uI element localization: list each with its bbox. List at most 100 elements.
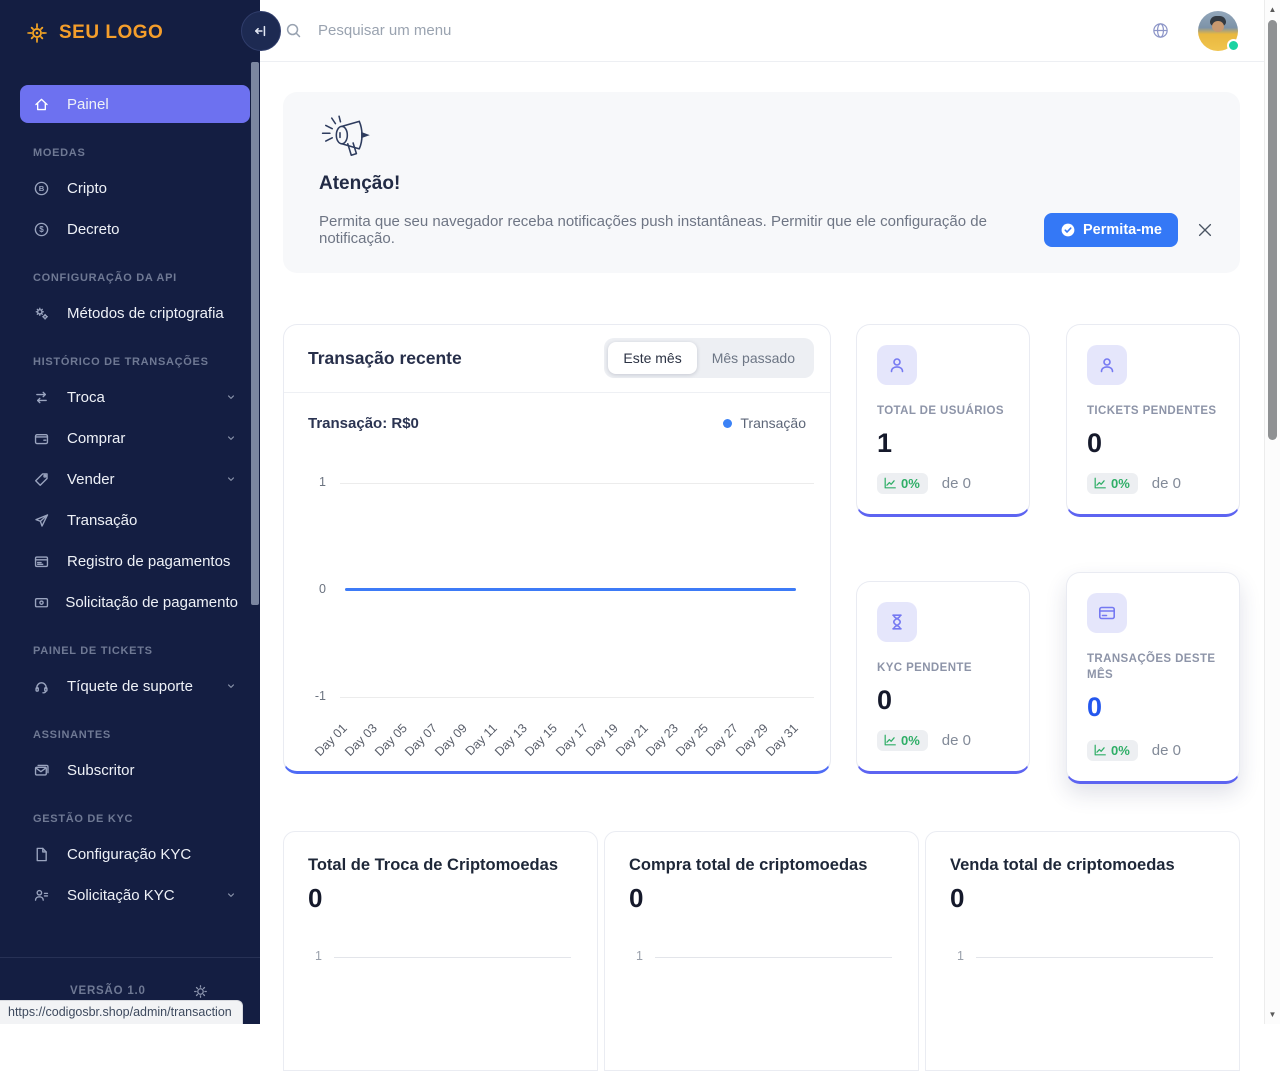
gridline — [340, 483, 814, 484]
sidebar-item-comprar[interactable]: Comprar — [20, 419, 250, 457]
scrollbar-thumb[interactable] — [1268, 20, 1277, 440]
headset-icon — [33, 678, 67, 695]
avatar[interactable] — [1198, 11, 1238, 51]
percent-badge: 0% — [877, 473, 928, 494]
percent-badge: 0% — [877, 730, 928, 751]
sidebar-item-solicitacao-de-pagamento[interactable]: Solicitação de pagamento — [20, 583, 250, 621]
stat-label: TOTAL DE USUÁRIOS — [877, 403, 1009, 419]
gridline — [655, 957, 892, 958]
y-axis-tick: 1 — [298, 949, 322, 963]
stat-label: TRANSAÇÕES DESTE MÊS — [1087, 651, 1219, 683]
credit-card-icon — [1087, 593, 1127, 633]
y-axis-tick: 1 — [286, 475, 326, 489]
sidebar-item-vender[interactable]: Vender — [20, 460, 250, 498]
chevron-down-icon — [224, 431, 238, 445]
mail-icon — [33, 762, 67, 779]
search-icon — [284, 21, 303, 40]
gridline — [340, 697, 814, 698]
sidebar-item-label: Troca — [67, 389, 224, 406]
sidebar-item-tiquete-de-suporte[interactable]: Tíquete de suporte — [20, 667, 250, 705]
sidebar: SEU LOGO Painel MOEDAS BCripto $ Decreto CONF… — [0, 0, 260, 1024]
sidebar-scrollbar-thumb[interactable] — [251, 62, 259, 605]
user-icon — [877, 345, 917, 385]
dollar-icon: $ — [33, 221, 67, 238]
sidebar-item-subscritor[interactable]: Subscritor — [20, 751, 250, 789]
notification-banner: Atenção! Permita que seu navegador receb… — [283, 92, 1240, 273]
sidebar-item-label: Decreto — [67, 221, 238, 238]
stat-label: TICKETS PENDENTES — [1087, 403, 1219, 419]
collapse-sidebar-button[interactable] — [241, 11, 281, 51]
stat-label: KYC PENDENTE — [877, 660, 1009, 676]
stat-card: TRANSAÇÕES DESTE MÊS 0 0% de 0 — [1066, 572, 1240, 784]
chevron-down-icon — [224, 679, 238, 693]
gridline — [976, 957, 1213, 958]
y-axis-tick: 1 — [940, 949, 964, 963]
bottom-cards-row: Total de Troca de Criptomoedas 0 1 Compr… — [283, 831, 1240, 1071]
sidebar-item-label: Vender — [67, 471, 224, 488]
stat-suffix: de 0 — [942, 475, 971, 492]
payment-log-icon — [33, 553, 67, 570]
gears-icon — [33, 305, 67, 322]
sidebar-item-cripto[interactable]: BCripto — [20, 169, 250, 207]
sidebar-item-label: Métodos de criptografia — [67, 305, 238, 322]
stats-grid: TOTAL DE USUÁRIOS 1 0% de 0 TICKETS PEND… — [856, 324, 1240, 784]
close-icon[interactable] — [1196, 221, 1214, 239]
sidebar-item-label: Transação — [67, 512, 238, 529]
svg-text:B: B — [39, 184, 45, 193]
sidebar-nav: Painel MOEDAS BCripto $ Decreto CONFIGURAÇÃO … — [0, 85, 260, 914]
sidebar-item-transacao[interactable]: Transação — [20, 501, 250, 539]
sidebar-item-label: Solicitação KYC — [67, 887, 224, 904]
stat-value: 1 — [877, 428, 1009, 459]
sidebar-section-label: CONFIGURAÇÃO DA API — [33, 272, 240, 284]
scrollbar-up-arrow[interactable]: ▲ — [1265, 5, 1280, 14]
trend-chart-icon — [1093, 743, 1107, 757]
sidebar-item-configuracao-kyc[interactable]: Configuração KYC — [20, 835, 250, 873]
chevron-down-icon — [224, 390, 238, 404]
sidebar-item-troca[interactable]: Troca — [20, 378, 250, 416]
stat-value[interactable]: 0 — [1087, 692, 1219, 723]
sidebar-section-label: ASSINANTES — [33, 729, 240, 741]
sidebar-item-solicitacao-kyc[interactable]: Solicitação KYC — [20, 876, 250, 914]
mini-card-value: 0 — [308, 883, 573, 914]
sidebar-item-label: Registro de pagamentos — [67, 553, 238, 570]
mini-card-value: 0 — [629, 883, 894, 914]
svg-text:$: $ — [39, 225, 44, 234]
sidebar-item-metodos-de-criptografia[interactable]: Métodos de criptografia — [20, 294, 250, 332]
logo-icon — [24, 20, 50, 46]
banner-message: Permita que seu navegador receba notific… — [319, 213, 1044, 247]
sidebar-item-decreto[interactable]: $ Decreto — [20, 210, 250, 248]
sidebar-item-label: Painel — [67, 96, 238, 113]
home-icon — [33, 96, 67, 113]
sidebar-section-label: HISTÓRICO DE TRANSAÇÕES — [33, 356, 240, 368]
version-label: VERSÃO 1.0 — [70, 985, 146, 997]
bitcoin-icon: B — [33, 180, 67, 197]
content: Atenção! Permita que seu navegador receb… — [260, 62, 1264, 1071]
sidebar-section-label: MOEDAS — [33, 147, 240, 159]
scrollbar-down-arrow[interactable]: ▼ — [1265, 1010, 1280, 1019]
stat-card: KYC PENDENTE 0 0% de 0 — [856, 581, 1030, 774]
status-bar-url: https://codigosbr.shop/admin/transaction — [0, 1000, 243, 1024]
check-circle-icon — [1060, 222, 1076, 238]
mini-chart-card-exchange: Total de Troca de Criptomoedas 0 1 — [283, 831, 598, 1071]
mini-chart-card-buy: Compra total de criptomoedas 0 1 — [604, 831, 919, 1071]
main-area: Atenção! Permita que seu navegador receb… — [260, 0, 1264, 1024]
send-icon — [33, 512, 67, 529]
chevron-down-icon — [224, 888, 238, 902]
sidebar-item-painel[interactable]: Painel — [20, 85, 250, 123]
trend-chart-icon — [1093, 476, 1107, 490]
trend-chart-icon — [883, 733, 897, 747]
theme-sun-icon[interactable] — [192, 983, 209, 1000]
payment-request-icon — [33, 594, 65, 611]
sidebar-item-label: Subscritor — [67, 762, 238, 779]
stat-suffix: de 0 — [1152, 742, 1181, 759]
allow-notifications-button[interactable]: Permita-me — [1044, 213, 1178, 247]
percent-badge: 0% — [1087, 473, 1138, 494]
stat-card: TOTAL DE USUÁRIOS 1 0% de 0 — [856, 324, 1030, 517]
wallet-icon — [33, 430, 67, 447]
sidebar-item-registro-de-pagamentos[interactable]: Registro de pagamentos — [20, 542, 250, 580]
logo-text: SEU LOGO — [59, 22, 163, 44]
globe-icon[interactable] — [1151, 21, 1170, 40]
mini-card-value: 0 — [950, 883, 1215, 914]
search-input[interactable] — [316, 21, 1151, 40]
sidebar-item-label: Solicitação de pagamento — [65, 594, 238, 611]
